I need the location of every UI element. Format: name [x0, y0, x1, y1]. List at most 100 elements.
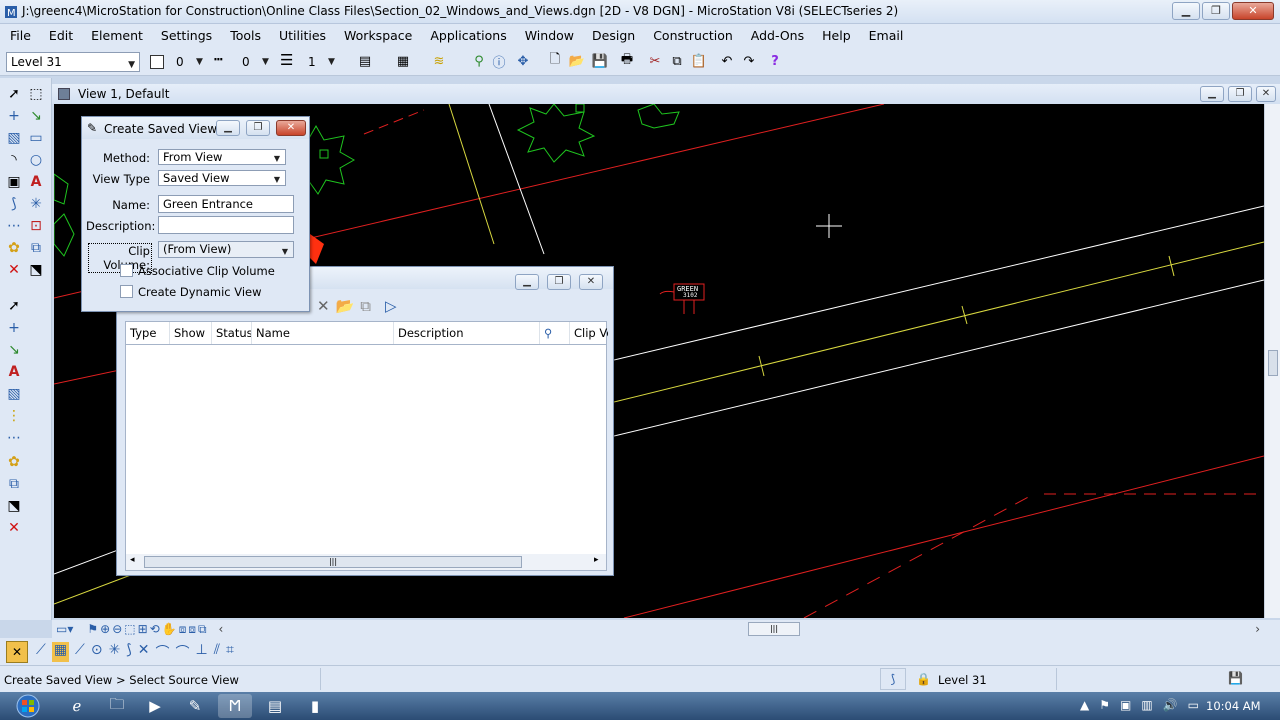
clip-volume-select[interactable]: (From View) ▼: [158, 241, 294, 258]
apply-saved-view-icon[interactable]: ▷: [385, 297, 397, 315]
element-info-icon[interactable]: ⓘ: [490, 52, 508, 71]
selection-icon[interactable]: ➚: [4, 296, 24, 316]
description-field[interactable]: [158, 216, 294, 234]
copy-view-icon[interactable]: ⧉: [198, 622, 207, 637]
view-close-button[interactable]: ✕: [1256, 86, 1276, 102]
column-clip-volume[interactable]: Clip Vo: [570, 322, 608, 344]
levels-icon[interactable]: ≋: [430, 52, 448, 70]
menu-construction[interactable]: Construction: [653, 28, 733, 43]
menu-applications[interactable]: Applications: [430, 28, 506, 43]
internet-explorer-icon[interactable]: ℯ: [60, 694, 94, 718]
apply-view-icon[interactable]: 📂: [336, 297, 355, 315]
tray-flag-icon[interactable]: ⚑: [1099, 698, 1110, 712]
vertical-scrollbar[interactable]: [1264, 104, 1280, 618]
media-player-icon[interactable]: ▶: [138, 694, 172, 718]
weight-value[interactable]: 1: [308, 55, 316, 69]
menu-workspace[interactable]: Workspace: [344, 28, 412, 43]
redo-icon[interactable]: ↷: [740, 52, 758, 70]
view-minimize-button[interactable]: ▁: [1200, 86, 1224, 102]
close-button[interactable]: ✕: [1232, 2, 1274, 20]
pan-view-icon[interactable]: ✋: [162, 622, 177, 637]
save-status-icon[interactable]: 💾: [1228, 671, 1243, 685]
delete-element-icon[interactable]: ✕: [4, 518, 24, 538]
point-icon[interactable]: +: [4, 106, 24, 126]
horizontal-scroll-thumb[interactable]: |||: [748, 622, 800, 636]
dynamic-view-checkbox[interactable]: [120, 285, 133, 298]
update-view-icon[interactable]: ⚑: [87, 622, 98, 637]
perpendicular-snap-icon[interactable]: ⊥: [196, 642, 208, 662]
menu-window[interactable]: Window: [525, 28, 574, 43]
paint-icon[interactable]: ✎: [178, 694, 212, 718]
open-file-icon[interactable]: 📂: [568, 52, 586, 70]
circle-icon[interactable]: ○: [26, 150, 46, 170]
parallel-snap-icon[interactable]: ⫽: [214, 642, 220, 662]
style-value[interactable]: 0: [242, 55, 250, 69]
menu-edit[interactable]: Edit: [49, 28, 73, 43]
modify-element-icon[interactable]: ⊡: [26, 216, 46, 236]
scroll-left-icon[interactable]: ◂: [130, 555, 135, 565]
menu-utilities[interactable]: Utilities: [279, 28, 326, 43]
menu-design[interactable]: Design: [592, 28, 635, 43]
chevron-down-icon[interactable]: ▼: [262, 57, 269, 67]
scroll-right-icon[interactable]: ›: [1255, 622, 1260, 636]
microstation-task-icon[interactable]: Ϻ: [218, 694, 252, 718]
view-control-dropdown-icon[interactable]: ▭▾: [56, 622, 73, 637]
scroll-left-icon[interactable]: ‹: [219, 622, 224, 637]
dialog-close-button[interactable]: ✕: [276, 120, 306, 136]
bisector-snap-icon[interactable]: ⟆: [126, 642, 131, 662]
explorer-icon[interactable]: 🗀: [100, 694, 134, 718]
saved-views-minimize-button[interactable]: ▁: [515, 274, 539, 290]
saved-views-maximize-button[interactable]: ❐: [547, 274, 571, 290]
element-template-icon[interactable]: ▤: [356, 52, 374, 70]
tray-display-icon[interactable]: ▭: [1188, 698, 1199, 712]
center-snap-icon[interactable]: ⊙: [91, 642, 103, 662]
origin-snap-icon[interactable]: ✳: [109, 642, 121, 662]
keypoint-snap-icon[interactable]: ▦: [51, 642, 70, 662]
delete-icon[interactable]: ✕: [4, 260, 24, 280]
view-menu-icon[interactable]: [58, 88, 70, 100]
column-description[interactable]: Description: [394, 322, 540, 344]
groups-icon[interactable]: ⧉: [26, 238, 46, 258]
view-maximize-button[interactable]: ❐: [1228, 86, 1252, 102]
menu-file[interactable]: File: [10, 28, 31, 43]
scroll-right-icon[interactable]: ▸: [594, 555, 599, 565]
vertical-scroll-thumb[interactable]: [1268, 350, 1278, 376]
midpoint-snap-icon[interactable]: ⟋: [75, 642, 85, 662]
fence-icon[interactable]: ⬚: [26, 84, 46, 104]
dimension-icon[interactable]: ▧: [4, 128, 24, 148]
element-selection-icon[interactable]: ⚲: [470, 52, 488, 70]
view-next-icon[interactable]: ⧈: [188, 622, 196, 637]
hatch-icon[interactable]: ▧: [4, 384, 24, 404]
zoom-in-icon[interactable]: ⊕: [100, 622, 110, 637]
group-icon[interactable]: ⧉: [4, 474, 24, 494]
tray-volume-icon[interactable]: 🔊: [1163, 698, 1178, 712]
modify-icon[interactable]: ⋯: [4, 216, 24, 236]
clip-icon[interactable]: ⚲: [540, 322, 570, 344]
tray-app-icon[interactable]: ▣: [1120, 698, 1131, 712]
maximize-button[interactable]: ❐: [1202, 2, 1230, 20]
menu-element[interactable]: Element: [91, 28, 143, 43]
snaps-icon[interactable]: ✥: [514, 52, 532, 70]
accusnap-icon[interactable]: ✕: [6, 641, 28, 663]
nearest-snap-icon[interactable]: ⟋: [36, 642, 46, 662]
chevron-down-icon[interactable]: ▼: [196, 57, 203, 67]
spacer-icon[interactable]: ⋮: [4, 406, 24, 426]
menu-settings[interactable]: Settings: [161, 28, 212, 43]
copy-icon[interactable]: ⧉: [668, 52, 686, 70]
recorder-icon[interactable]: ▮: [298, 694, 332, 718]
menu-help[interactable]: Help: [822, 28, 851, 43]
column-name[interactable]: Name: [252, 322, 394, 344]
help-icon[interactable]: ?: [766, 52, 784, 70]
dialog-minimize-button[interactable]: ▁: [216, 120, 240, 136]
new-file-icon[interactable]: 🗋: [546, 52, 564, 70]
fit-view-icon[interactable]: ⊞: [138, 622, 148, 637]
name-field[interactable]: Green Entrance: [158, 195, 294, 213]
column-status[interactable]: Status: [212, 322, 252, 344]
palette-icon[interactable]: ✿: [4, 452, 24, 472]
save-icon[interactable]: 💾: [591, 52, 609, 70]
minimize-button[interactable]: ▁: [1172, 2, 1200, 20]
scale-icon[interactable]: ⬔: [4, 496, 24, 516]
dialog-maximize-button[interactable]: ❐: [246, 120, 270, 136]
table-scroll-thumb[interactable]: |||: [144, 556, 522, 568]
column-show[interactable]: Show: [170, 322, 212, 344]
